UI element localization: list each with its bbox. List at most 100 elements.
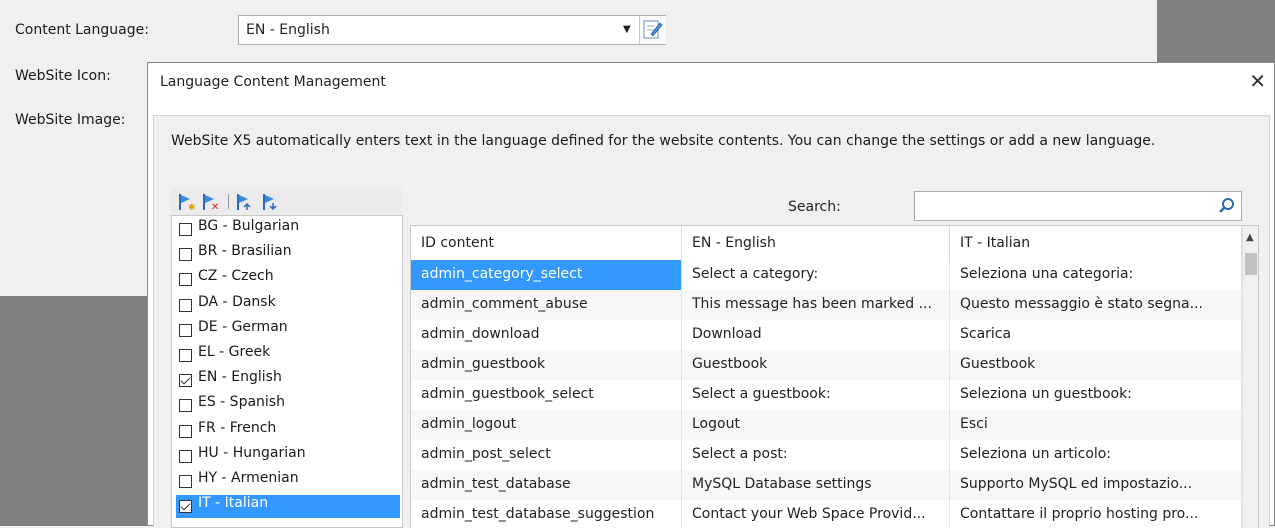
scrollbar-thumb[interactable] (1245, 253, 1257, 275)
table-cell[interactable]: Logout (682, 410, 950, 440)
table-cell-text: admin_comment_abuse (421, 296, 588, 312)
remove-language-icon[interactable]: ✕ (201, 193, 221, 211)
table-cell[interactable]: Contact your Web Space Provid... (682, 500, 950, 528)
table-cell-text: Guestbook (960, 356, 1036, 372)
language-list-item[interactable]: CZ - Czech (176, 268, 400, 291)
search-input[interactable] (914, 191, 1242, 221)
chevron-down-icon[interactable]: ▼ (623, 24, 631, 35)
table-cell[interactable]: Seleziona un guestbook: (950, 380, 1242, 410)
language-list-item[interactable]: ES - Spanish (176, 394, 400, 417)
search-icon[interactable] (1218, 197, 1236, 215)
table-cell[interactable]: admin_guestbook (411, 350, 682, 380)
table-cell-text: Contattare il proprio hosting pro... (960, 506, 1199, 522)
language-label: CZ - Czech (198, 268, 274, 285)
table-cell[interactable]: Seleziona una categoria: (950, 260, 1242, 290)
table-row[interactable]: admin_test_database_suggestion Contact yo… (411, 500, 1242, 528)
content-language-label: Content Language: (15, 22, 149, 38)
language-list-item[interactable]: EL - Greek (176, 344, 400, 367)
table-row[interactable]: admin_download Download Scarica (411, 320, 1242, 350)
table-cell[interactable]: Supporto MySQL ed impostazio... (950, 470, 1242, 500)
table-cell[interactable]: This message has been marked ... (682, 290, 950, 320)
language-list-item[interactable]: DA - Dansk (176, 294, 400, 317)
table-cell[interactable]: Select a category: (682, 260, 950, 290)
language-list[interactable]: BG - Bulgarian BR - Brasilian CZ - Czech DA… (171, 215, 403, 528)
language-list-item[interactable]: HU - Hungarian (176, 445, 400, 468)
language-label: BR - Brasilian (198, 243, 292, 260)
content-language-select[interactable]: EN - English ▼ (238, 15, 666, 45)
table-cell[interactable]: Esci (950, 410, 1242, 440)
table-cell[interactable]: MySQL Database settings (682, 470, 950, 500)
table-cell[interactable]: admin_post_select (411, 440, 682, 470)
language-label: DE - German (198, 318, 288, 335)
table-cell[interactable]: admin_test_database_suggestion (411, 500, 682, 528)
language-checkbox[interactable] (179, 248, 192, 262)
table-cell-text: admin_guestbook (421, 356, 546, 372)
import-language-icon[interactable] (235, 193, 255, 211)
column-header-label: EN - English (692, 235, 776, 251)
language-checkbox[interactable] (179, 273, 192, 287)
website-icon-label: WebSite Icon: (15, 68, 111, 84)
table-row[interactable]: admin_comment_abuse This message has been… (411, 290, 1242, 320)
language-label: IT - Italian (198, 495, 269, 512)
chevron-up-icon[interactable]: ▲ (1246, 232, 1254, 243)
table-row[interactable]: admin_guestbook_select Select a guestbook… (411, 380, 1242, 410)
table-cell[interactable]: Seleziona un articolo: (950, 440, 1242, 470)
language-list-item[interactable]: IT - Italian (176, 495, 400, 519)
table-cell[interactable]: admin_category_select (411, 260, 682, 290)
table-cell-text: Scarica (960, 326, 1012, 342)
table-cell[interactable]: Select a post: (682, 440, 950, 470)
language-checkbox[interactable] (179, 399, 192, 413)
language-list-item[interactable]: BG - Bulgarian (176, 218, 400, 241)
table-cell[interactable]: admin_comment_abuse (411, 290, 682, 320)
table-cell[interactable]: Guestbook (682, 350, 950, 380)
language-checkbox[interactable] (179, 500, 192, 514)
language-checkbox[interactable] (179, 349, 192, 362)
table-cell-text: This message has been marked ... (692, 296, 932, 312)
table-cell[interactable]: Scarica (950, 320, 1242, 350)
table-cell[interactable]: Select a guestbook: (682, 380, 950, 410)
language-checkbox[interactable] (179, 424, 192, 438)
language-list-item[interactable]: DE - German (176, 319, 400, 342)
language-list-item[interactable]: HY - Armenian (176, 470, 400, 493)
table-cell[interactable]: Guestbook (950, 350, 1242, 380)
website-image-label: WebSite Image: (15, 112, 126, 128)
language-label: HY - Armenian (198, 470, 299, 486)
language-list-item[interactable]: BR - Brasilian (176, 243, 400, 266)
language-toolbar: ✱ ✕ (171, 188, 402, 215)
background-gray-right (1157, 0, 1275, 62)
language-checkbox[interactable] (179, 323, 192, 337)
table-cell-text: admin_download (421, 326, 540, 342)
column-header-it[interactable]: IT - Italian (950, 226, 1242, 260)
table-row[interactable]: admin_post_select Select a post: Seleziona… (411, 440, 1242, 470)
language-checkbox[interactable] (179, 449, 192, 463)
language-list-item[interactable]: EN - English (176, 369, 400, 392)
table-cell[interactable]: admin_logout (411, 410, 682, 440)
table-row[interactable]: admin_guestbook Guestbook Guestbook (411, 350, 1242, 380)
language-checkbox[interactable] (179, 374, 192, 388)
table-cell[interactable]: Contattare il proprio hosting pro... (950, 500, 1242, 528)
table-cell[interactable]: Questo messaggio è stato segna... (950, 290, 1242, 320)
column-header-id[interactable]: ID content (411, 226, 682, 260)
language-checkbox[interactable] (179, 475, 192, 488)
table-cell-text: admin_logout (421, 416, 517, 432)
table-cell[interactable]: admin_download (411, 320, 682, 350)
vertical-scrollbar[interactable]: ▲ (1242, 226, 1258, 528)
column-header-label: ID content (421, 235, 494, 251)
language-checkbox[interactable] (179, 223, 192, 236)
dialog-description: WebSite X5 automatically enters text in … (171, 133, 1156, 149)
table-cell[interactable]: Download (682, 320, 950, 350)
close-icon[interactable]: ✕ (1249, 69, 1266, 93)
export-language-icon[interactable] (261, 193, 281, 211)
language-checkbox[interactable] (179, 298, 192, 312)
table-row[interactable]: admin_test_database MySQL Database settin… (411, 470, 1242, 500)
language-list-item[interactable]: FR - French (176, 420, 400, 443)
table-cell[interactable]: admin_guestbook_select (411, 380, 682, 410)
table-row[interactable]: admin_category_select Select a category: S… (411, 260, 1242, 290)
edit-language-button[interactable] (639, 16, 666, 44)
table-row[interactable]: admin_logout Logout Esci (411, 410, 1242, 440)
table-cell[interactable]: admin_test_database (411, 470, 682, 500)
language-content-dialog: Language Content Management ✕ WebSite X5… (147, 62, 1275, 528)
column-header-label: IT - Italian (960, 235, 1031, 251)
add-language-icon[interactable]: ✱ (177, 193, 197, 211)
column-header-en[interactable]: EN - English (682, 226, 950, 260)
